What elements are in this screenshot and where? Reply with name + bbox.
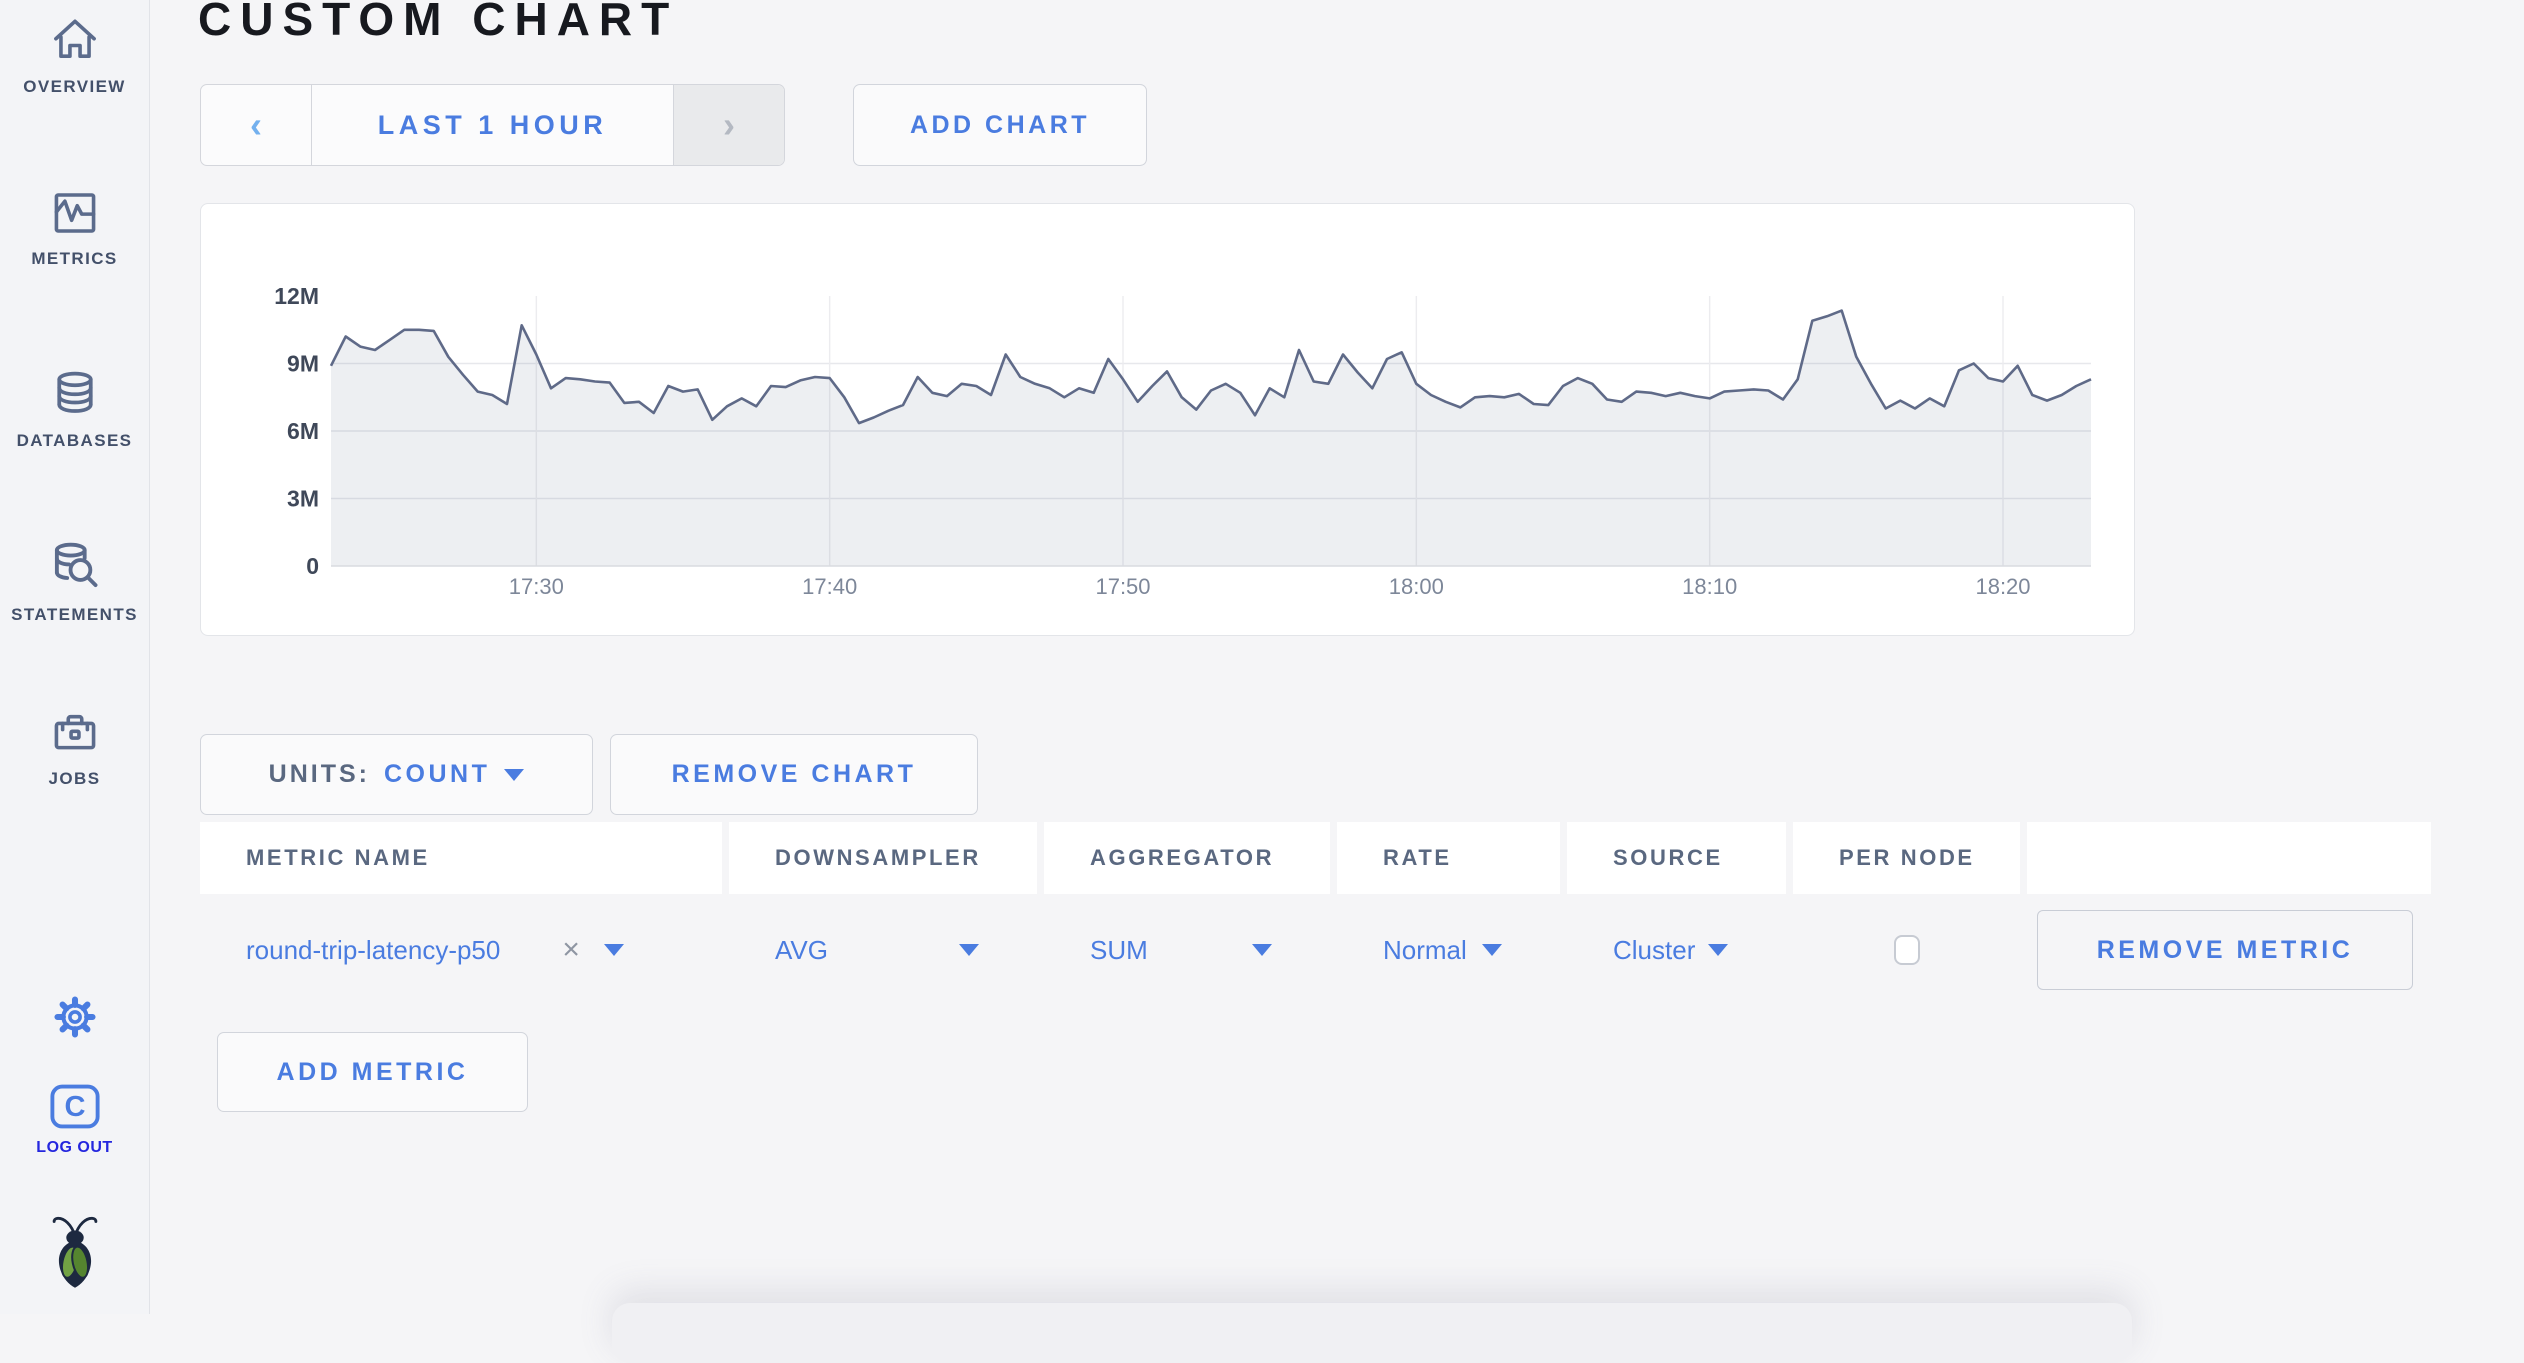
svg-text:6M: 6M bbox=[287, 418, 319, 444]
add-chart-label: ADD CHART bbox=[909, 110, 1091, 139]
sidebar-item-label: OVERVIEW bbox=[23, 77, 126, 96]
sidebar-item-label: METRICS bbox=[31, 249, 118, 268]
per-node-cell bbox=[1793, 894, 2020, 1006]
metrics-icon bbox=[0, 186, 149, 240]
downsampler-value: AVG bbox=[775, 934, 828, 965]
col-header-metric-name: METRIC NAME bbox=[200, 822, 722, 894]
chevron-left-icon: ‹ bbox=[250, 104, 262, 145]
sidebar-item-overview[interactable]: OVERVIEW bbox=[0, 14, 149, 97]
svg-text:17:30: 17:30 bbox=[509, 574, 564, 599]
custom-chart-card[interactable]: 17:30 17:40 17:50 18:00 18:10 18:20 0 3M 6M 9M 12M bbox=[200, 203, 2135, 636]
sidebar-settings[interactable] bbox=[0, 988, 149, 1046]
gear-icon bbox=[0, 988, 149, 1046]
svg-text:3M: 3M bbox=[287, 486, 319, 512]
units-value: COUNT bbox=[383, 760, 491, 788]
add-chart-button[interactable]: ADD CHART bbox=[853, 84, 1147, 166]
svg-text:17:40: 17:40 bbox=[802, 574, 857, 599]
chevron-right-icon: › bbox=[723, 104, 735, 145]
col-header-source: SOURCE bbox=[1567, 822, 1786, 894]
next-chart-peek-shadow bbox=[612, 1303, 2132, 1363]
col-header-actions bbox=[2027, 822, 2431, 894]
chevron-down-icon bbox=[1482, 944, 1502, 956]
metrics-table-header: METRIC NAME DOWNSAMPLER AGGREGATOR RATE … bbox=[200, 822, 2431, 894]
chevron-down-icon bbox=[1708, 944, 1728, 956]
aggregator-value: SUM bbox=[1090, 934, 1148, 965]
chevron-down-icon bbox=[959, 944, 979, 956]
bug-icon bbox=[0, 1210, 149, 1298]
col-header-per-node: PER NODE bbox=[1793, 822, 2020, 894]
cockroach-c-logo-icon: C bbox=[0, 1080, 149, 1132]
svg-text:18:20: 18:20 bbox=[1975, 574, 2030, 599]
clear-metric-icon[interactable]: × bbox=[562, 935, 580, 965]
source-dropdown[interactable]: Cluster bbox=[1567, 894, 1786, 1006]
col-header-aggregator: AGGREGATOR bbox=[1044, 822, 1330, 894]
metric-name-value[interactable]: round-trip-latency-p50 bbox=[246, 935, 500, 966]
per-node-checkbox[interactable] bbox=[1893, 935, 1920, 965]
metric-row: round-trip-latency-p50 × AVG SUM Normal … bbox=[200, 894, 2431, 1006]
col-header-downsampler: DOWNSAMPLER bbox=[729, 822, 1037, 894]
sidebar-item-databases[interactable]: DATABASES bbox=[0, 366, 149, 451]
add-metric-button[interactable]: ADD METRIC bbox=[217, 1032, 528, 1112]
sidebar-logout[interactable]: C LOG OUT bbox=[0, 1080, 149, 1157]
remove-metric-button[interactable]: REMOVE METRIC bbox=[2037, 910, 2413, 990]
jobs-icon bbox=[0, 706, 149, 760]
area-chart: 17:30 17:40 17:50 18:00 18:10 18:20 0 3M 6M 9M 12M bbox=[274, 283, 2092, 599]
svg-text:17:50: 17:50 bbox=[1095, 574, 1150, 599]
col-header-rate: RATE bbox=[1337, 822, 1560, 894]
sidebar-item-label: STATEMENTS bbox=[11, 605, 138, 624]
home-icon bbox=[0, 14, 149, 68]
chevron-down-icon bbox=[504, 768, 525, 781]
chevron-down-icon[interactable] bbox=[603, 944, 624, 956]
downsampler-dropdown[interactable]: AVG bbox=[729, 894, 1037, 1006]
sidebar-item-label: JOBS bbox=[48, 769, 101, 788]
logout-label[interactable]: LOG OUT bbox=[0, 1139, 149, 1157]
time-next-button-disabled[interactable]: › bbox=[673, 85, 784, 165]
time-range-selector: ‹ LAST 1 HOUR › bbox=[200, 84, 785, 166]
units-label: UNITS: bbox=[268, 760, 370, 788]
add-metric-label: ADD METRIC bbox=[276, 1057, 469, 1086]
cockroach-bug-logo bbox=[0, 1210, 149, 1298]
metric-name-cell: round-trip-latency-p50 × bbox=[200, 894, 722, 1006]
sidebar-item-label: DATABASES bbox=[16, 431, 133, 450]
svg-text:C: C bbox=[64, 1091, 85, 1123]
svg-text:9M: 9M bbox=[287, 351, 319, 377]
svg-text:18:00: 18:00 bbox=[1389, 574, 1444, 599]
time-prev-button[interactable]: ‹ bbox=[201, 85, 312, 165]
sidebar-item-jobs[interactable]: JOBS bbox=[0, 706, 149, 789]
sidebar-item-metrics[interactable]: METRICS bbox=[0, 186, 149, 269]
sidebar-item-statements[interactable]: STATEMENTS bbox=[0, 538, 149, 625]
svg-text:12M: 12M bbox=[274, 283, 319, 309]
page-title: CUSTOM CHART bbox=[198, 0, 679, 45]
rate-value: Normal bbox=[1383, 934, 1467, 965]
sidebar: OVERVIEW METRICS DATABASES STATEMENTS JO… bbox=[0, 0, 150, 1314]
remove-chart-label: REMOVE CHART bbox=[671, 760, 917, 788]
databases-icon bbox=[0, 366, 149, 422]
svg-text:0: 0 bbox=[306, 553, 319, 579]
source-value: Cluster bbox=[1613, 934, 1696, 965]
statements-icon bbox=[0, 538, 149, 596]
aggregator-dropdown[interactable]: SUM bbox=[1044, 894, 1330, 1006]
chevron-down-icon bbox=[1252, 944, 1272, 956]
remove-chart-button[interactable]: REMOVE CHART bbox=[610, 734, 978, 815]
metric-actions-cell: REMOVE METRIC bbox=[2027, 894, 2431, 1006]
svg-text:18:10: 18:10 bbox=[1682, 574, 1737, 599]
time-range-label[interactable]: LAST 1 HOUR bbox=[312, 85, 673, 165]
rate-dropdown[interactable]: Normal bbox=[1337, 894, 1560, 1006]
units-dropdown[interactable]: UNITS: COUNT bbox=[200, 734, 593, 815]
